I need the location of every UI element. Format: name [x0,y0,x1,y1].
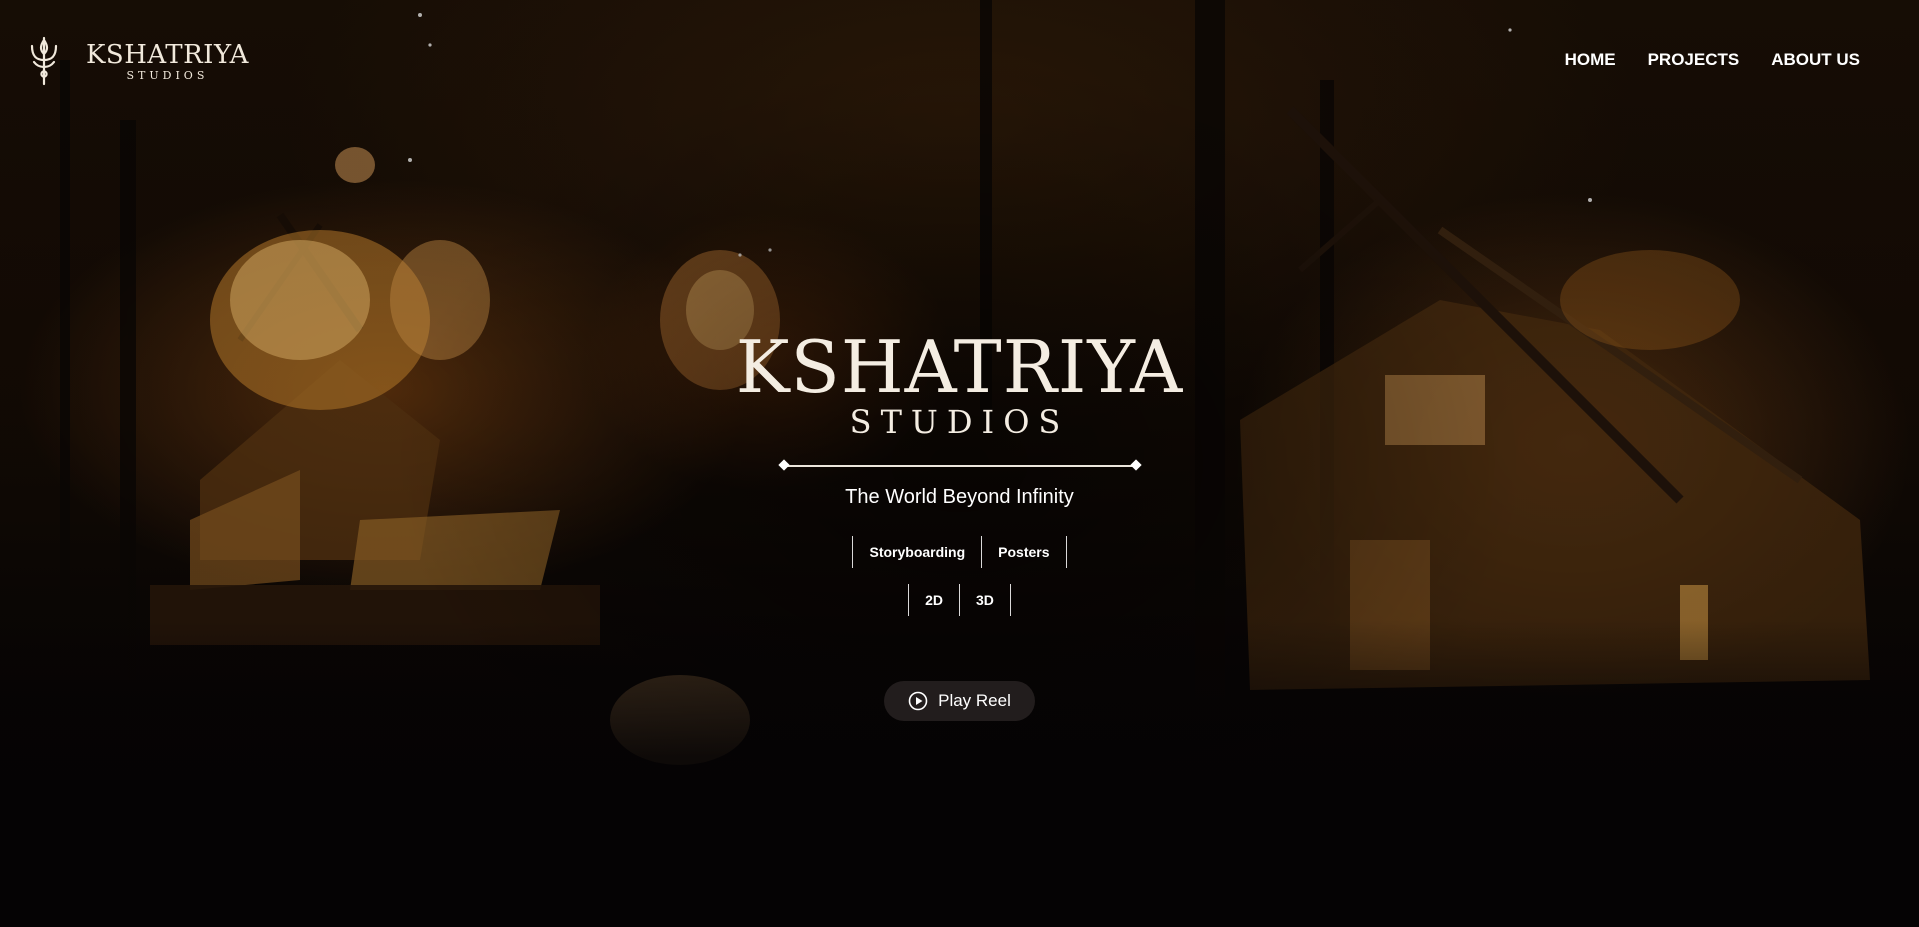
trident-icon [30,36,58,86]
hero-section: KSHATRIYA STUDIOS HOME PROJECTS ABOUT US… [0,0,1919,927]
tag-storyboarding: Storyboarding [852,536,981,568]
service-tags-row-1: Storyboarding Posters [852,536,1067,568]
main-nav: HOME PROJECTS ABOUT US [1565,50,1860,70]
nav-about-us-link[interactable]: ABOUT US [1771,50,1860,70]
hero-subtitle: STUDIOS [849,403,1070,441]
hero-title: KSHATRIYA [735,325,1184,409]
tag-posters: Posters [981,536,1067,568]
play-reel-label: Play Reel [938,691,1011,710]
tag-2d: 2D [908,584,959,616]
header-logo[interactable]: KSHATRIYA STUDIOS [28,36,249,86]
hero-content: KSHATRIYA STUDIOS The World Beyond Infin… [0,330,1919,721]
service-tags-row-2: 2D 3D [908,584,1011,616]
title-divider [777,459,1142,472]
tag-3d: 3D [959,584,1011,616]
nav-home-link[interactable]: HOME [1565,50,1616,70]
play-reel-button[interactable]: Play Reel [884,681,1035,721]
nav-projects-link[interactable]: PROJECTS [1648,50,1740,70]
logo-subtitle: STUDIOS [126,68,209,82]
play-circle-icon [908,691,928,711]
hero-tagline: The World Beyond Infinity [845,486,1074,508]
logo-title: KSHATRIYA [86,39,249,70]
